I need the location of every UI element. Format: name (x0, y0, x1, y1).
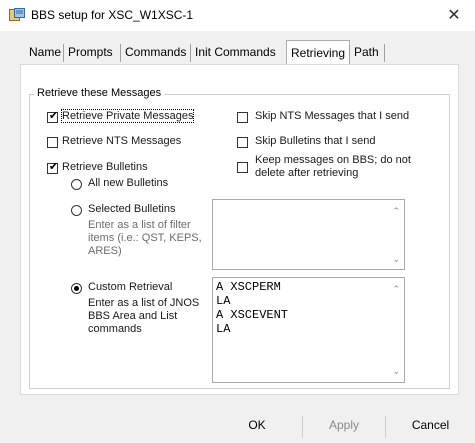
selected-bulletins-hint-line1: Enter as a list of filter (88, 219, 191, 231)
group-label: Retrieve these Messages (34, 87, 165, 99)
custom-retrieval-desc-line3: commands (88, 323, 142, 335)
tab-prompts[interactable]: Prompts (66, 42, 115, 63)
scroll-down-icon[interactable]: ⌄ (392, 366, 400, 377)
retrieve-bulletins-checkbox[interactable]: ✔ (47, 161, 59, 174)
selected-bulletins-text (213, 200, 404, 204)
radio-selected-dot (74, 286, 79, 291)
retrieve-private-label[interactable]: Retrieve Private Messages (60, 109, 195, 123)
custom-retrieval-radio[interactable] (71, 283, 82, 294)
retrieve-bulletins-label[interactable]: Retrieve Bulletins (62, 161, 148, 173)
scroll-up-icon[interactable]: ⌃ (392, 206, 400, 217)
ok-button[interactable]: OK (212, 408, 302, 443)
custom-retrieval-label[interactable]: Custom Retrieval (88, 281, 172, 293)
keep-on-bbs-label-line1[interactable]: Keep messages on BBS; do not (255, 154, 411, 166)
tab-path[interactable]: Path (352, 42, 381, 63)
selected-bulletins-radio[interactable] (71, 205, 82, 216)
custom-retrieval-desc-line2: BBS Area and List (88, 310, 178, 322)
tab-init-commands[interactable]: Init Commands (193, 42, 278, 63)
tab-commands[interactable]: Commands (123, 42, 188, 63)
close-icon[interactable]: ✕ (445, 5, 463, 25)
selected-bulletins-hint-line2: items (i.e.: QST, KEPS, (88, 232, 202, 244)
selected-bulletins-textarea[interactable]: ⌃ ⌄ (212, 199, 405, 270)
checkmark-icon: ✔ (48, 110, 59, 122)
scroll-down-icon[interactable]: ⌄ (392, 254, 400, 265)
keep-on-bbs-label-line2[interactable]: delete after retrieving (255, 167, 358, 179)
checkmark-icon: ✔ (48, 161, 59, 173)
tab-separator (190, 44, 191, 62)
tab-name[interactable]: Name (27, 42, 63, 63)
scroll-up-icon[interactable]: ⌃ (392, 284, 400, 295)
selected-bulletins-label[interactable]: Selected Bulletins (88, 203, 175, 215)
button-bar: OK Apply Cancel (0, 408, 475, 443)
selected-bulletins-hint-line3: ARES) (88, 245, 122, 257)
tab-separator (384, 44, 385, 62)
custom-retrieval-desc-line1: Enter as a list of JNOS (88, 297, 200, 309)
skip-bulletins-label[interactable]: Skip Bulletins that I send (255, 135, 375, 147)
custom-retrieval-text: A XSCPERM LA A XSCEVENT LA (216, 280, 289, 336)
tab-separator (120, 44, 121, 62)
all-new-bulletins-radio[interactable] (71, 179, 82, 190)
tab-separator (349, 44, 350, 62)
skip-nts-label[interactable]: Skip NTS Messages that I send (255, 110, 409, 122)
tab-retrieving[interactable]: Retrieving (286, 40, 351, 65)
app-window-icon (9, 8, 25, 21)
keep-on-bbs-checkbox[interactable] (237, 162, 248, 173)
window-title: BBS setup for XSC_W1XSC-1 (31, 8, 194, 22)
retrieve-private-checkbox[interactable]: ✔ (47, 110, 59, 123)
retrieve-nts-label[interactable]: Retrieve NTS Messages (62, 135, 181, 147)
skip-bulletins-checkbox[interactable] (237, 137, 248, 148)
skip-nts-checkbox[interactable] (237, 112, 248, 123)
title-bar: BBS setup for XSC_W1XSC-1 ✕ (0, 0, 475, 31)
cancel-button[interactable]: Cancel (386, 408, 475, 443)
all-new-bulletins-label[interactable]: All new Bulletins (88, 177, 168, 189)
tab-separator (63, 44, 64, 62)
apply-button[interactable]: Apply (303, 408, 385, 443)
retrieve-nts-checkbox[interactable] (47, 137, 58, 148)
custom-retrieval-textarea[interactable]: A XSCPERM LA A XSCEVENT LA ⌃ ⌄ (212, 277, 405, 383)
